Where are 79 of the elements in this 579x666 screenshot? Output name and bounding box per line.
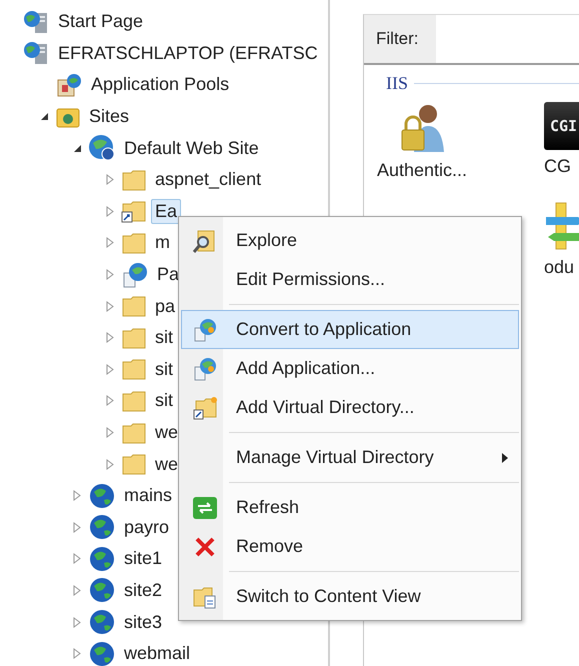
server-globe-icon [22,41,50,66]
globe-page-icon [192,356,218,382]
expand-arrow-icon[interactable] [106,458,114,470]
expand-arrow-icon[interactable] [106,237,114,248]
expand-arrow-icon[interactable] [73,522,81,533]
tree-item[interactable]: mains [120,483,176,508]
expand-arrow-icon[interactable] [73,584,81,596]
tree-item[interactable]: Application Pools [87,72,234,98]
folder-icon [121,326,147,350]
globe-page-icon [192,316,218,342]
close-icon [194,536,216,558]
tree-item[interactable]: sit [151,325,177,350]
folder-icon [121,168,147,192]
expand-arrow-icon[interactable] [73,490,81,502]
expand-arrow-icon[interactable] [106,206,114,217]
tree-item[interactable]: sit [151,388,177,414]
collapse-arrow-icon[interactable] [40,112,48,122]
folder-icon [121,388,147,413]
feature-label[interactable]: Authentic... [376,160,468,181]
menu-item[interactable]: Switch to Content View [181,577,519,616]
arrows-icon [544,201,579,251]
expand-arrow-icon[interactable] [106,300,114,312]
cgi-badge: CGI [544,102,579,150]
folder-icon [121,452,147,476]
menu-item[interactable]: Explore [181,221,519,260]
expand-arrow-icon[interactable] [106,269,114,280]
globe-icon [88,640,116,666]
tree-item[interactable]: site2 [120,578,166,603]
folder-icon [121,230,147,255]
tree-item[interactable]: sit [151,356,177,382]
tree-item[interactable]: EFRATSCHLAPTOP (EFRATSC [54,40,322,66]
feature-label[interactable]: CG [544,156,571,177]
tree-item[interactable]: Default Web Site [120,136,263,161]
expand-arrow-icon[interactable] [106,174,114,186]
expand-arrow-icon[interactable] [106,395,114,406]
shortcut-folder-icon [121,199,147,224]
menu-item[interactable]: Edit Permissions... [181,260,519,299]
folder-icon [121,420,147,445]
tree-item[interactable]: Start Page [54,9,148,34]
pool-icon [55,72,83,98]
tree-item[interactable]: aspnet_client [151,167,266,192]
tree-item[interactable]: site1 [120,546,166,572]
menu-item[interactable]: Remove [181,527,519,566]
filter-label: Filter: [364,15,436,63]
tree-item[interactable]: pa [151,294,180,319]
tree-item[interactable]: site3 [120,610,166,635]
globe-icon [88,482,116,510]
expand-arrow-icon[interactable] [73,616,81,628]
group-title: IIS [386,73,408,94]
expand-arrow-icon[interactable] [106,332,114,344]
feature-label[interactable]: odu [544,257,574,278]
tree-item[interactable]: Sites [85,104,134,130]
tree-item[interactable]: Ea [151,198,182,224]
menu-item[interactable]: Add Application... [181,349,519,388]
tree-item[interactable]: m [151,230,174,256]
server-globe-icon [22,10,50,34]
tree-item[interactable]: webmail [120,641,194,666]
globe-icon [88,608,116,636]
folder-icon [121,357,147,382]
refresh-icon [192,496,218,520]
menu-item[interactable]: Refresh [181,488,519,527]
expand-arrow-icon[interactable] [73,553,81,564]
globe-icon [88,513,116,542]
expand-arrow-icon[interactable] [73,648,81,660]
collapse-arrow-icon[interactable] [72,144,82,153]
expand-arrow-icon[interactable] [106,427,114,438]
globe-icon [88,576,116,604]
globe-page-icon [121,260,149,289]
menu-item[interactable]: Add Virtual Directory... [181,388,519,427]
menu-item[interactable]: Convert to Application [181,310,519,349]
globe-icon [88,134,116,162]
menu-item[interactable]: Manage Virtual Directory [181,438,519,477]
shortcut-folder-icon [192,394,218,420]
expand-arrow-icon[interactable] [106,364,114,375]
globe-icon [88,544,116,573]
tree-item[interactable]: payro [120,514,174,540]
folder-icon [121,294,147,318]
tree-item[interactable]: we [151,452,182,477]
tree-item[interactable]: we [151,420,182,446]
